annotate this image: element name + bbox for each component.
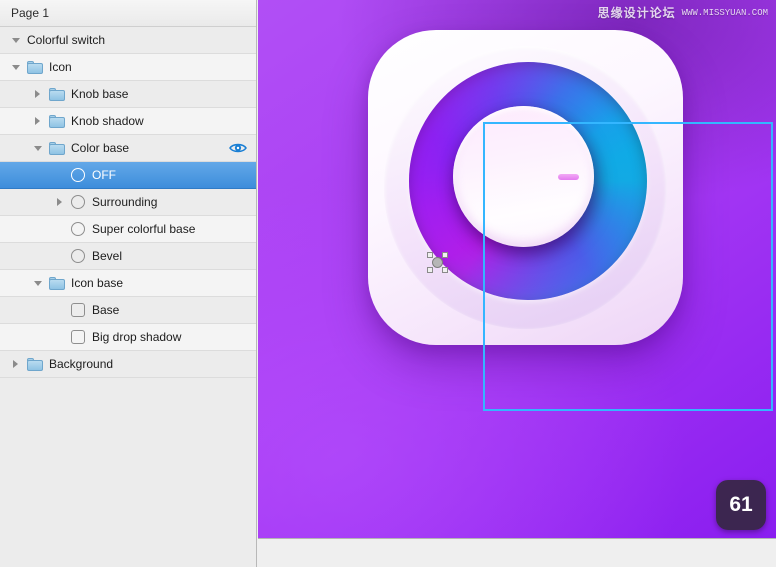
layer-row[interactable]: Icon bbox=[0, 54, 256, 81]
layer-list: Colorful switch Icon Knob base Knob shadow C… bbox=[0, 27, 256, 378]
page-header[interactable]: Page 1 bbox=[0, 0, 256, 27]
folder-icon bbox=[49, 114, 65, 128]
layer-label: Background bbox=[49, 356, 114, 371]
knob-indicator-dash bbox=[558, 173, 579, 180]
layer-label: Knob shadow bbox=[71, 113, 144, 128]
artwork-container[interactable] bbox=[368, 30, 773, 411]
handle-corner-top-right[interactable] bbox=[442, 252, 448, 258]
layer-row[interactable]: Big drop shadow bbox=[0, 324, 256, 351]
handle-corner-top-left[interactable] bbox=[427, 252, 433, 258]
layer-row[interactable]: Super colorful base bbox=[0, 216, 256, 243]
layer-label: Big drop shadow bbox=[92, 329, 182, 344]
eye-visibility-icon[interactable] bbox=[229, 142, 247, 154]
layer-row[interactable]: Base bbox=[0, 297, 256, 324]
folder-icon bbox=[49, 141, 65, 155]
canvas-area[interactable]: 思缘设计论坛 WWW.MISSYUAN.COM 61 bbox=[258, 0, 776, 539]
layer-row[interactable]: Knob shadow bbox=[0, 108, 256, 135]
folder-icon bbox=[49, 276, 65, 290]
bottom-strip bbox=[258, 540, 776, 567]
layer-row[interactable]: OFF bbox=[0, 162, 256, 189]
transform-anchor-handle[interactable] bbox=[427, 252, 448, 273]
layers-sidebar: Page 1 Colorful switch Icon Knob base Knob … bbox=[0, 0, 257, 567]
folder-icon bbox=[49, 87, 65, 101]
disclosure-triangle-open-icon[interactable] bbox=[9, 54, 22, 81]
layer-label: Super colorful base bbox=[92, 221, 196, 236]
layer-row[interactable]: Color base bbox=[0, 135, 256, 162]
layer-label: Colorful switch bbox=[27, 32, 106, 47]
handle-corner-bottom-left[interactable] bbox=[427, 267, 433, 273]
layer-row[interactable]: Background bbox=[0, 351, 256, 378]
disclosure-triangle-open-icon[interactable] bbox=[9, 27, 22, 54]
disclosure-triangle-closed-icon[interactable] bbox=[31, 108, 44, 135]
layer-row[interactable]: Surrounding bbox=[0, 189, 256, 216]
page-number-badge: 61 bbox=[716, 480, 766, 530]
folder-icon bbox=[27, 60, 43, 74]
layer-label: Surrounding bbox=[92, 194, 158, 209]
circle-shape-icon bbox=[71, 168, 85, 182]
layer-label: OFF bbox=[92, 167, 116, 182]
layer-label: Base bbox=[92, 302, 120, 317]
layer-row[interactable]: Colorful switch bbox=[0, 27, 256, 54]
layer-row[interactable]: Knob base bbox=[0, 81, 256, 108]
knob[interactable] bbox=[453, 106, 594, 247]
layer-label: Bevel bbox=[92, 248, 123, 263]
handle-center-dot[interactable] bbox=[432, 257, 443, 268]
disclosure-triangle-open-icon[interactable] bbox=[31, 270, 44, 297]
disclosure-triangle-closed-icon[interactable] bbox=[31, 81, 44, 108]
square-shape-icon bbox=[71, 303, 85, 317]
layer-label: Color base bbox=[71, 140, 130, 155]
folder-icon bbox=[27, 357, 43, 371]
layer-row[interactable]: Icon base bbox=[0, 270, 256, 297]
design-app-window: Page 1 Colorful switch Icon Knob base Knob … bbox=[0, 0, 776, 567]
circle-shape-icon bbox=[71, 222, 85, 236]
watermark-url-text: WWW.MISSYUAN.COM bbox=[681, 7, 768, 18]
watermark: 思缘设计论坛 WWW.MISSYUAN.COM bbox=[598, 4, 768, 21]
watermark-chinese-text: 思缘设计论坛 bbox=[597, 6, 676, 20]
layer-label: Knob base bbox=[71, 86, 129, 101]
circle-shape-icon bbox=[71, 195, 85, 209]
layer-row[interactable]: Bevel bbox=[0, 243, 256, 270]
layer-label: Icon base bbox=[71, 275, 124, 290]
app-icon-base[interactable] bbox=[368, 30, 683, 345]
layer-label: Icon bbox=[49, 59, 72, 74]
handle-corner-bottom-right[interactable] bbox=[442, 267, 448, 273]
disclosure-triangle-closed-icon[interactable] bbox=[9, 351, 22, 378]
disclosure-triangle-open-icon[interactable] bbox=[31, 135, 44, 162]
square-shape-icon bbox=[71, 330, 85, 344]
circle-shape-icon bbox=[71, 249, 85, 263]
disclosure-triangle-closed-icon[interactable] bbox=[53, 189, 66, 216]
